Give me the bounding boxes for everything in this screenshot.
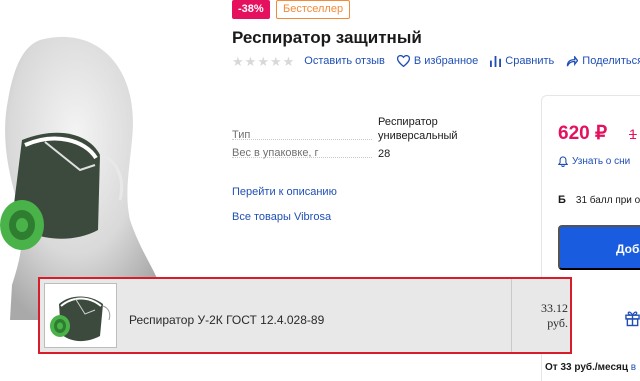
row-price-value: 33.12 [541, 301, 568, 315]
compare-icon [490, 55, 502, 67]
bestseller-badge: Бестселлер [276, 0, 351, 19]
star-icon[interactable]: ★ [270, 55, 282, 68]
heart-icon [396, 55, 410, 67]
price-drop-notify-link[interactable]: Узнать о сни [558, 156, 630, 167]
highlighted-product-row[interactable]: Респиратор У-2К ГОСТ 12.4.028-89 33.12 р… [38, 277, 572, 354]
product-actions: ★ ★ ★ ★ ★ Оставить отзыв В избранное Сра… [232, 54, 640, 68]
leave-review-link[interactable]: Оставить отзыв [304, 55, 385, 67]
rating-stars[interactable]: ★ ★ ★ ★ ★ [232, 55, 294, 68]
row-divider [511, 279, 512, 352]
share-icon [567, 55, 579, 66]
product-thumbnail[interactable] [44, 283, 117, 348]
row-product-name: Респиратор У-2К ГОСТ 12.4.028-89 [129, 313, 325, 327]
favorite-label: В избранное [413, 55, 479, 67]
go-to-description-link[interactable]: Перейти к описанию [232, 186, 337, 198]
discount-badge: -38% [232, 0, 270, 19]
add-to-favorites-link[interactable]: В избранное [396, 55, 479, 67]
row-price-unit: руб. [547, 316, 568, 330]
gift-icon[interactable] [625, 309, 640, 327]
notify-label: Узнать о сни [572, 156, 631, 167]
product-title: Респиратор защитный [232, 28, 422, 47]
star-icon[interactable]: ★ [283, 55, 295, 68]
bonus-label: 31 балл при о [575, 194, 640, 206]
add-to-cart-button[interactable]: Доба [558, 225, 640, 270]
compare-link[interactable]: Сравнить [490, 55, 554, 67]
bonus-points-icon: Б [558, 194, 566, 206]
share-label: Поделиться [582, 55, 640, 67]
old-price: 1 [629, 126, 637, 142]
bell-icon [558, 156, 568, 167]
compare-label: Сравнить [505, 55, 555, 67]
current-price: 620 ₽ [558, 123, 608, 144]
star-icon[interactable]: ★ [245, 55, 257, 68]
spec-divider [232, 139, 372, 140]
spec-divider [232, 157, 372, 158]
installment-amount: От 33 руб./месяц [545, 362, 628, 373]
row-price: 33.12 руб. [518, 301, 568, 331]
leave-review-label: Оставить отзыв [304, 55, 385, 67]
star-icon[interactable]: ★ [232, 55, 244, 68]
spec-value: Респиратор универсальный [378, 116, 458, 142]
star-icon[interactable]: ★ [257, 55, 269, 68]
share-link[interactable]: Поделиться [566, 55, 640, 67]
spec-value: 28 [378, 148, 391, 160]
bonus-info: Б 31 балл при о [558, 194, 640, 206]
all-brand-products-link[interactable]: Все товары Vibrosa [232, 211, 331, 223]
installment-info: От 33 руб./месяц в [545, 362, 636, 373]
installment-link[interactable]: в [631, 362, 636, 373]
